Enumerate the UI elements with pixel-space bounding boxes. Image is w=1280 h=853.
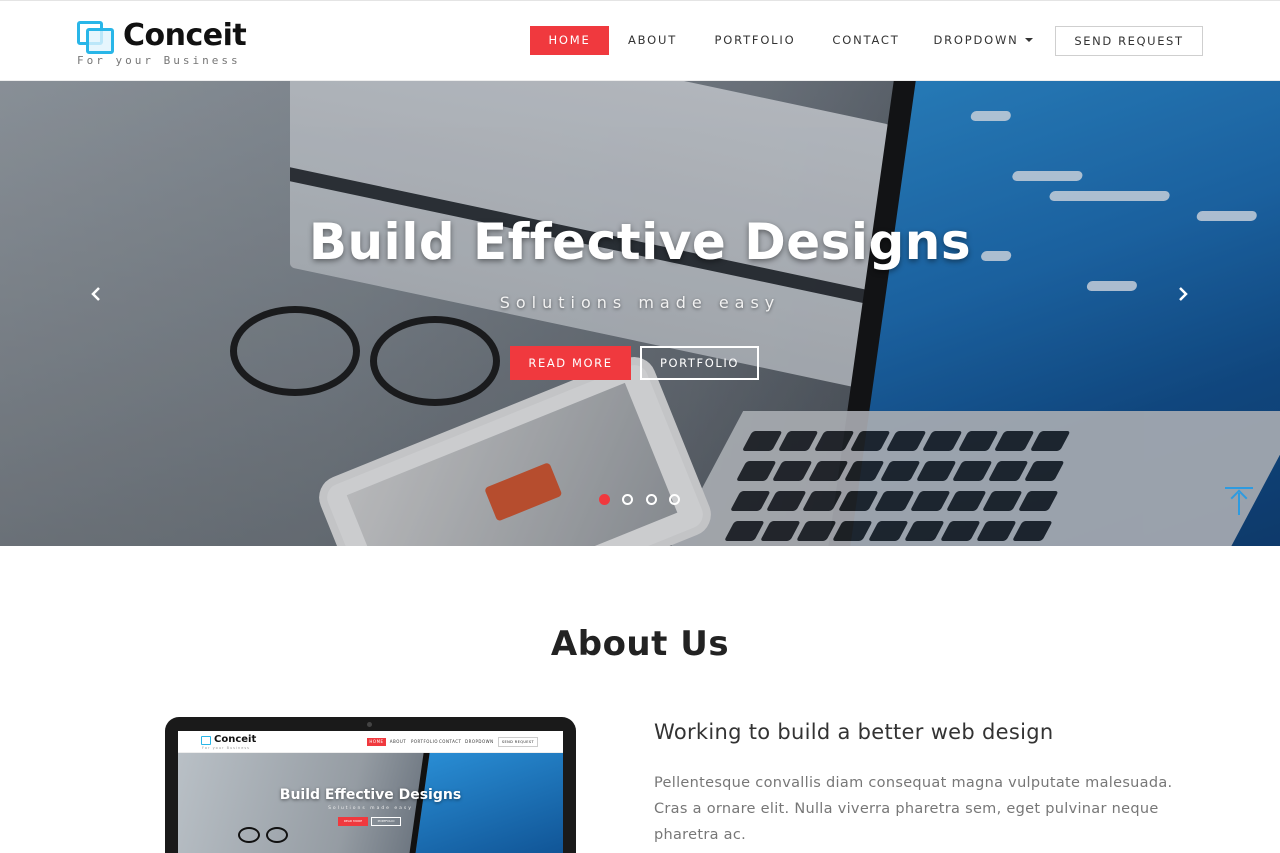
nav-item-home[interactable]: HOME [530,26,609,55]
mockup-portfolio: PORTFOLIO [371,817,401,826]
brand-name: Conceit [123,18,247,53]
mockup-nav-about: ABOUT [389,739,407,744]
nav-item-portfolio[interactable]: PORTFOLIO [706,26,804,55]
arrow-up-icon [1230,489,1248,507]
about-heading: Working to build a better web design [654,720,1054,744]
brand-logo[interactable]: Conceit For your Business [76,18,276,70]
about-section-title: About Us [550,624,730,664]
site-header: Conceit For your Business HOME ABOUT POR… [0,0,1280,81]
hero-slider: Build Effective Designs Solutions made e… [0,81,1280,546]
mockup-send-request: SEND REQUEST [498,737,538,747]
slider-dot-3[interactable] [646,494,657,505]
nav-item-about[interactable]: ABOUT [620,26,685,55]
mockup-brand-name: Conceit [214,734,257,745]
about-laptop-mockup: Conceit For your Business HOME ABOUT POR… [165,717,576,853]
mockup-nav-portfolio: PORTFOLIO [411,739,438,744]
slider-dot-1[interactable] [599,494,610,505]
mockup-brand-tagline: For your Business [202,746,250,750]
about-paragraph: Pellentesque convallis diam consequat ma… [654,775,1173,843]
nav-item-dropdown[interactable]: DROPDOWN [928,26,1038,55]
caret-down-icon [1024,37,1033,42]
nav-item-contact[interactable]: CONTACT [825,26,907,55]
portfolio-button[interactable]: PORTFOLIO [640,346,759,380]
mockup-hero-title: Build Effective Designs [279,787,462,803]
camera-icon [367,722,372,727]
logo-squares-icon [201,736,211,745]
mockup-hero-subtitle: Solutions made easy [328,806,413,811]
slider-dot-2[interactable] [622,494,633,505]
mockup-read-more: READ MORE [338,817,368,826]
mockup-nav-contact: CONTACT [439,739,462,744]
scroll-to-top-button[interactable] [1224,487,1254,517]
hero-title: Build Effective Designs [308,213,972,271]
mockup-screen: Conceit For your Business HOME ABOUT POR… [178,731,563,853]
slider-dot-4[interactable] [669,494,680,505]
hero-subtitle: Solutions made easy [499,293,781,312]
mockup-nav-home: HOME [367,738,386,746]
mockup-nav-dropdown: DROPDOWN [465,739,494,744]
logo-squares-icon [76,20,116,56]
brand-tagline: For your Business [77,54,241,67]
read-more-button[interactable]: READ MORE [510,346,631,380]
send-request-button[interactable]: SEND REQUEST [1055,26,1203,56]
